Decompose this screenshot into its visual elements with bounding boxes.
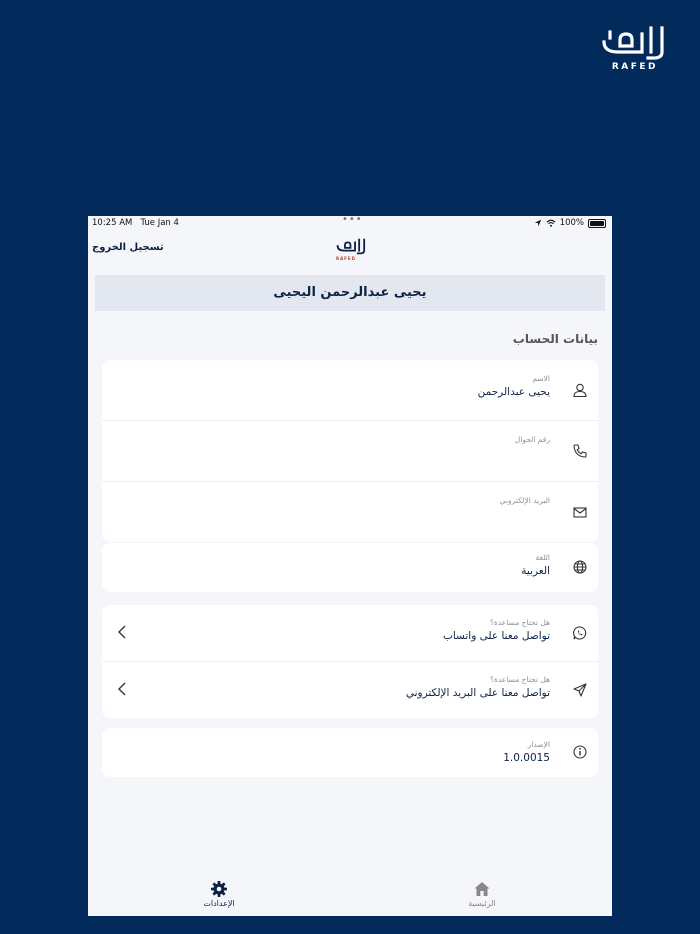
header-logo: RAFED bbox=[334, 237, 366, 263]
email-help-value: تواصل معنا على البريد الإلكتروني bbox=[405, 687, 550, 699]
status-right: 100% bbox=[534, 218, 606, 228]
whatsapp-row[interactable]: هل تحتاج مساعدة؟ تواصل معنا على واتساب bbox=[102, 605, 598, 662]
bottom-tab-bar: الإعدادات الرئيسية bbox=[88, 874, 612, 916]
language-value: العربية bbox=[521, 565, 550, 577]
chevron-left-icon bbox=[118, 625, 126, 639]
user-icon bbox=[573, 383, 587, 398]
top-bar: تسجيل الخروج RAFED bbox=[88, 236, 612, 264]
version-row: الإصدار 1.0.0015 bbox=[102, 728, 598, 777]
tab-settings[interactable]: الإعدادات bbox=[189, 880, 249, 908]
whatsapp-help-value: تواصل معنا على واتساب bbox=[442, 630, 550, 642]
tab-home[interactable]: الرئيسية bbox=[452, 880, 512, 908]
send-icon bbox=[573, 683, 587, 697]
mail-icon bbox=[573, 507, 587, 518]
version-value: 1.0.0015 bbox=[503, 752, 550, 764]
gear-icon bbox=[211, 881, 227, 897]
whatsapp-help-label: هل تحتاج مساعدة؟ bbox=[489, 618, 550, 627]
email-row[interactable]: البريد الإلكتروني bbox=[102, 482, 598, 542]
user-name-banner: يحيى عبدالرحمن اليحيى bbox=[95, 275, 605, 311]
section-title-account: بيانات الحساب bbox=[512, 332, 598, 346]
name-value: يحيى عبدالرحمن bbox=[477, 386, 550, 398]
email-help-label: هل تحتاج مساعدة؟ bbox=[489, 675, 550, 684]
info-icon bbox=[573, 745, 587, 759]
rafed-logo-mark bbox=[602, 26, 664, 60]
tab-home-label: الرئيسية bbox=[468, 899, 496, 908]
email-help-row[interactable]: هل تحتاج مساعدة؟ تواصل معنا على البريد ا… bbox=[102, 662, 598, 718]
globe-icon bbox=[573, 560, 587, 574]
language-row[interactable]: اللغة العربية bbox=[102, 543, 598, 592]
version-label: الإصدار bbox=[527, 740, 550, 749]
help-card: هل تحتاج مساعدة؟ تواصل معنا على واتساب ه… bbox=[102, 605, 598, 718]
status-time: 10:25 AM Tue Jan 4 bbox=[92, 218, 179, 228]
rafed-logo: RAFED bbox=[596, 26, 666, 74]
multitask-dots[interactable]: ••• bbox=[342, 216, 363, 225]
home-icon bbox=[474, 882, 490, 896]
phone-icon bbox=[573, 444, 587, 458]
whatsapp-icon bbox=[573, 626, 587, 640]
header-logo-wordmark: RAFED bbox=[336, 256, 356, 261]
header-logo-mark bbox=[336, 238, 366, 255]
phone-label: رقم الجوال bbox=[514, 435, 550, 444]
name-label: الاسم bbox=[532, 374, 550, 383]
wifi-icon bbox=[546, 219, 556, 227]
logout-button[interactable]: تسجيل الخروج bbox=[92, 242, 164, 253]
device-screen: 10:25 AM Tue Jan 4 ••• 100% تسجيل الخروج… bbox=[88, 216, 612, 916]
language-label: اللغة bbox=[535, 553, 551, 562]
rafed-wordmark: RAFED bbox=[611, 62, 658, 72]
account-card: الاسم يحيى عبدالرحمن رقم الجوال البريد ا… bbox=[102, 360, 598, 542]
name-row[interactable]: الاسم يحيى عبدالرحمن bbox=[102, 360, 598, 421]
location-icon bbox=[534, 219, 541, 227]
phone-row[interactable]: رقم الجوال bbox=[102, 421, 598, 482]
version-card: الإصدار 1.0.0015 bbox=[102, 728, 598, 777]
status-bar: 10:25 AM Tue Jan 4 ••• 100% bbox=[88, 216, 612, 230]
tab-settings-label: الإعدادات bbox=[203, 899, 235, 908]
battery-percent: 100% bbox=[559, 218, 584, 228]
battery-icon bbox=[588, 218, 606, 228]
email-label: البريد الإلكتروني bbox=[499, 496, 550, 505]
chevron-left-icon bbox=[118, 682, 126, 696]
language-card: اللغة العربية bbox=[102, 543, 598, 592]
